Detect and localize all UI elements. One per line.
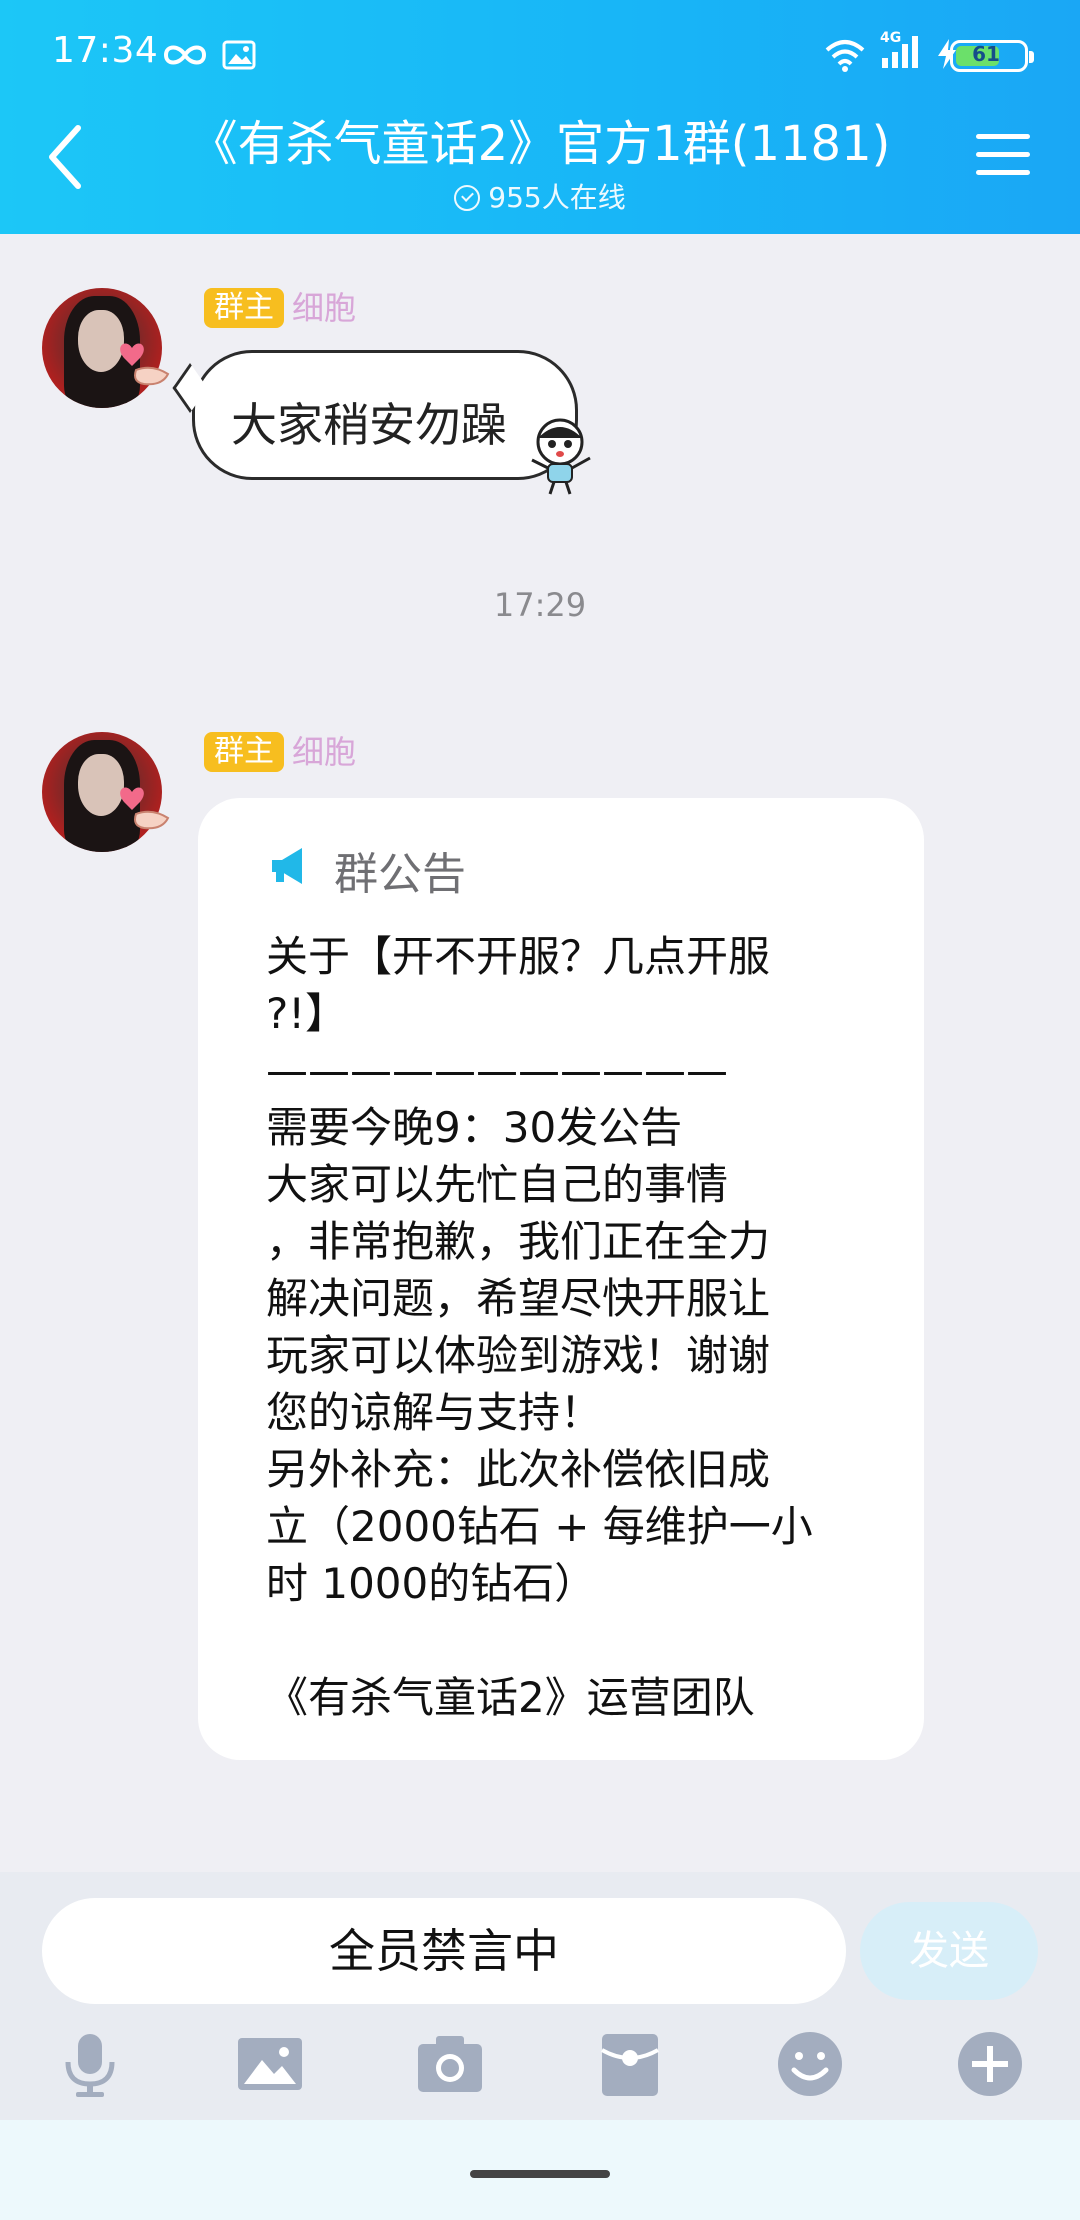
wifi-icon: [825, 40, 865, 72]
online-count: 955人在线: [0, 176, 1080, 216]
battery-icon: 61: [950, 40, 1034, 72]
sender-nickname[interactable]: 细胞: [292, 732, 356, 772]
owner-badge: 群主: [204, 288, 284, 328]
group-title[interactable]: 《有杀气童话2》官方1群(1181): [160, 104, 920, 174]
notice-line: ———————————: [266, 1046, 728, 1095]
battery-level: 61: [972, 42, 1000, 66]
notice-body: 关于【开不开服？几点开服 ?!】 ——————————— 需要今晚9：30发公告…: [266, 928, 896, 1726]
notice-line: 关于【开不开服？几点开服: [266, 932, 771, 981]
online-check-icon: [454, 185, 481, 211]
signal-icon: 4G: [880, 30, 928, 72]
input-panel: 全员禁言中 发送: [0, 1872, 1080, 2120]
status-bar: 17:34 4G 61: [0, 26, 1080, 82]
notice-line: [266, 1612, 896, 1669]
group-notice-card[interactable]: 群公告 关于【开不开服？几点开服 ?!】 ——————————— 需要今晚9：3…: [198, 798, 924, 1760]
message-timestamp: 17:29: [493, 586, 587, 624]
message-text: 大家稍安勿躁: [231, 398, 507, 452]
plus-icon[interactable]: [954, 2028, 1026, 2100]
infinity-icon: [163, 45, 207, 65]
red-packet-icon[interactable]: [594, 2028, 666, 2100]
notice-line: ?!】: [266, 989, 348, 1038]
muted-input-field: 全员禁言中: [42, 1898, 846, 2004]
chat-screen: 17:34 4G 61 《有杀气童话2》官方1群(1181) 955人在线 群主…: [0, 0, 1080, 2220]
notice-line: 解决问题，希望尽快开服让: [266, 1274, 771, 1323]
notice-line: 立（2000钻石 + 每维护一小: [266, 1502, 813, 1551]
menu-icon[interactable]: [976, 134, 1030, 182]
heart-hand-icon: [120, 343, 170, 386]
mic-icon[interactable]: [54, 2028, 126, 2100]
image-icon[interactable]: [234, 2028, 306, 2100]
home-indicator[interactable]: [470, 2170, 610, 2178]
megaphone-icon: [272, 848, 302, 884]
notice-line: 您的谅解与支持！: [266, 1388, 603, 1437]
gesture-nav-bar: [0, 2120, 1080, 2220]
send-button[interactable]: 发送: [860, 1902, 1038, 2000]
notice-line: 时 1000的钻石）: [266, 1559, 597, 1608]
heart-hand-icon: [120, 787, 170, 830]
status-time: 17:34: [52, 30, 159, 71]
image-notification-icon: [222, 40, 256, 70]
notice-line: 大家可以先忙自己的事情: [266, 1160, 729, 1209]
emoji-icon[interactable]: [774, 2028, 846, 2100]
notice-line: 玩家可以体验到游戏！谢谢: [266, 1331, 771, 1380]
notice-line: 《有杀气童话2》运营团队: [266, 1673, 755, 1722]
sender-nickname[interactable]: 细胞: [292, 288, 356, 328]
cartoon-sticker-icon: [531, 418, 591, 495]
notice-line: 另外补充：此次补偿依旧成: [266, 1445, 771, 1494]
notice-title: 群公告: [334, 849, 466, 900]
online-count-text: 955人在线: [488, 181, 626, 214]
chat-header: 17:34 4G 61 《有杀气童话2》官方1群(1181) 955人在线: [0, 0, 1080, 234]
sender-info: 群主 细胞: [204, 288, 356, 328]
camera-icon[interactable]: [414, 2028, 486, 2100]
owner-badge: 群主: [204, 732, 284, 772]
notice-line: ，非常抱歉，我们正在全力: [266, 1217, 771, 1266]
sender-info: 群主 细胞: [204, 732, 356, 772]
notice-line: 需要今晚9：30发公告: [266, 1103, 683, 1152]
